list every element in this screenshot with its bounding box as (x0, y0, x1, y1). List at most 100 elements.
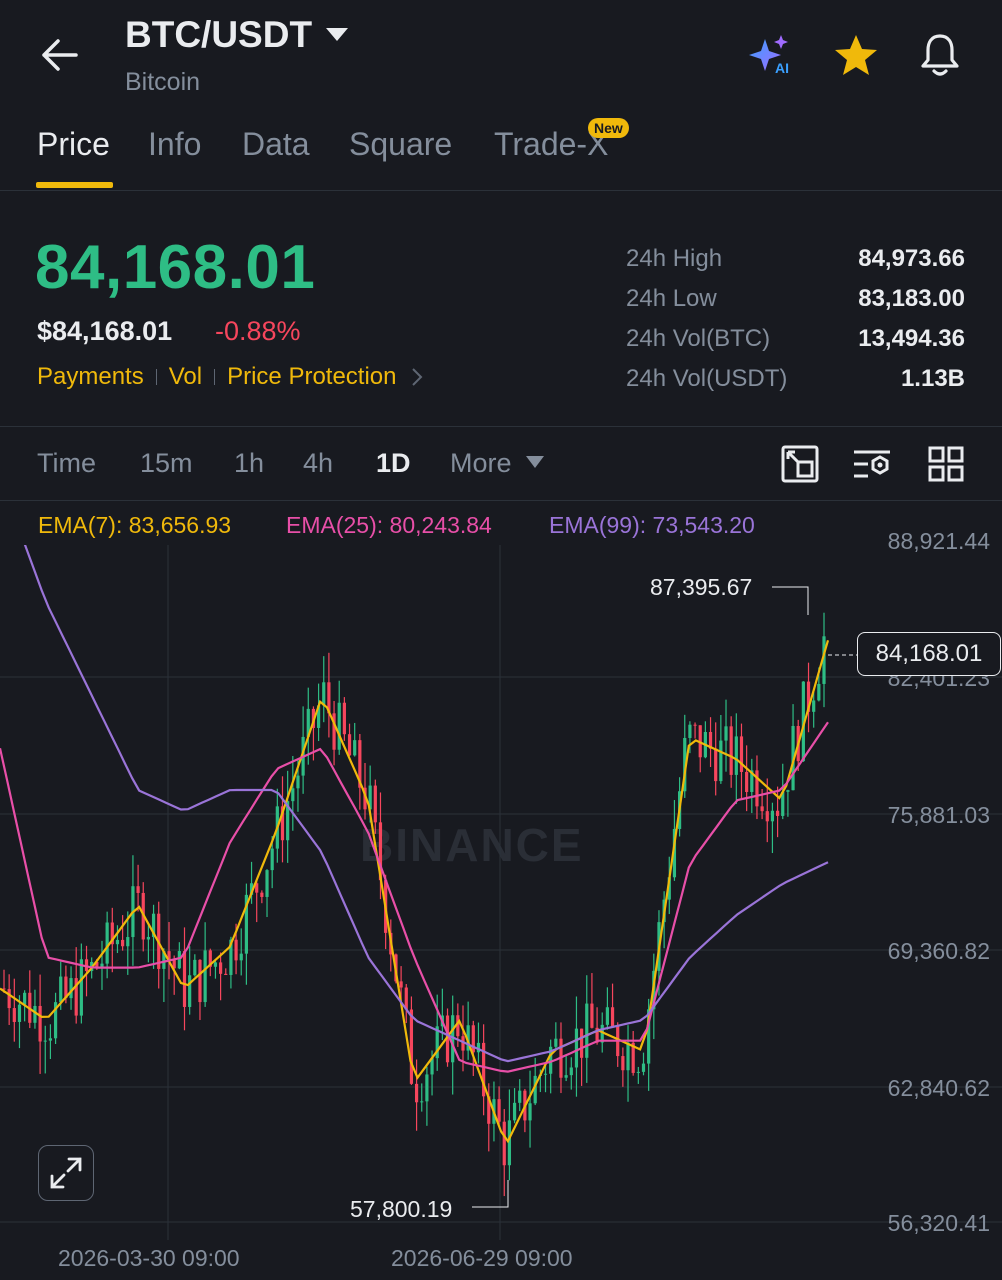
candle-body (580, 1028, 584, 1058)
ema25-label: EMA(25): 80,243.84 (286, 512, 492, 538)
candle-body (414, 1083, 419, 1103)
candle-body (569, 1067, 573, 1076)
link-separator (214, 369, 216, 385)
candle-body (373, 785, 377, 823)
tf-1h[interactable]: 1h (234, 448, 264, 479)
ai-sparkle-icon[interactable]: AI (746, 30, 796, 80)
candle-body (745, 771, 749, 792)
stat-value-low: 83,183.00 (858, 285, 965, 312)
ema99-label: EMA(99): 73,543.20 (549, 512, 755, 538)
chevron-right-icon[interactable] (411, 367, 423, 387)
back-arrow-icon[interactable] (38, 33, 82, 77)
tf-4h[interactable]: 4h (303, 448, 333, 479)
candle-body (605, 1007, 609, 1025)
bell-icon[interactable] (915, 30, 965, 80)
indicator-settings-icon[interactable] (852, 444, 892, 484)
candle-body (182, 951, 187, 1007)
candle-body (79, 959, 83, 1016)
active-tab-indicator (36, 182, 113, 188)
candle-body (734, 736, 738, 775)
candle-body (574, 1028, 579, 1068)
candle-body (765, 811, 769, 822)
low-annotation: 57,800.19 (350, 1196, 453, 1222)
stat-value-high: 84,973.66 (858, 245, 965, 272)
candle-body (121, 939, 125, 947)
tf-1d[interactable]: 1D (376, 448, 411, 479)
payments-link[interactable]: Payments (37, 363, 144, 391)
tab-info[interactable]: Info (148, 126, 201, 163)
candle-body (775, 810, 780, 816)
tab-price[interactable]: Price (37, 126, 110, 163)
divider (0, 190, 1002, 191)
svg-text:AI: AI (775, 60, 789, 76)
pair-subtitle: Bitcoin (125, 68, 201, 96)
candle-body (353, 740, 357, 756)
candle-body (23, 992, 27, 1005)
price-links: Payments Vol Price Protection (37, 363, 423, 391)
candle-body (399, 981, 403, 988)
tf-more[interactable]: More (450, 448, 512, 479)
candle-body (409, 1009, 414, 1084)
x-tick-label: 2026-03-30 09:00 (58, 1245, 240, 1271)
stat-value-vol-usdt: 1.13B (900, 365, 965, 392)
candle-body (564, 1075, 568, 1078)
candle-body (497, 1099, 501, 1122)
tab-square[interactable]: Square (349, 126, 452, 163)
pair-title: BTC/USDT (125, 14, 313, 55)
caret-down-icon (326, 28, 349, 41)
price-protection-link[interactable]: Price Protection (227, 363, 396, 391)
annotation-leader (772, 586, 809, 615)
candle-body (626, 1042, 630, 1071)
pair-selector[interactable]: BTC/USDT (125, 14, 349, 56)
candle-body (347, 734, 352, 756)
ema7-label: EMA(7): 83,656.93 (38, 512, 232, 538)
candle-body (590, 1003, 594, 1028)
candle-body (198, 959, 202, 1003)
candle-body (193, 959, 197, 976)
y-tick-label: 75,881.03 (887, 802, 990, 828)
expand-icon (50, 1157, 82, 1189)
candle-body (610, 1007, 615, 1027)
candle-body (296, 775, 300, 789)
candle-body (636, 1071, 640, 1073)
candle-body (420, 1101, 424, 1103)
star-icon[interactable] (831, 30, 881, 80)
ema7-line (0, 639, 830, 1144)
y-tick-label: 62,840.62 (887, 1075, 990, 1101)
candle-body (518, 1090, 522, 1103)
stat-label-vol-usdt: 24h Vol(USDT) (626, 365, 788, 392)
candle-body (719, 740, 723, 782)
stat-value-vol-btc: 13,494.36 (858, 325, 965, 352)
candle-body (126, 937, 130, 947)
last-price-tag[interactable]: 84,168.01 (857, 632, 1001, 676)
tf-15m[interactable]: 15m (140, 448, 193, 479)
tab-data[interactable]: Data (242, 126, 310, 163)
expand-chart-button[interactable] (38, 1145, 94, 1201)
x-tick-label: 2026-06-29 09:00 (391, 1245, 573, 1271)
candle-body (260, 892, 264, 897)
candle-body (786, 790, 790, 792)
candle-body (38, 1005, 42, 1042)
price-chart[interactable] (0, 545, 1002, 1280)
candle-body (239, 953, 243, 961)
candle-body (213, 962, 218, 967)
candle-body (337, 702, 341, 750)
candle-body (177, 951, 181, 969)
ema99-line (23, 545, 829, 1063)
link-separator (155, 369, 157, 385)
candle-body (621, 1056, 625, 1071)
candle-body (512, 1102, 517, 1121)
candle-body (554, 1038, 558, 1047)
candle-body (48, 1038, 53, 1041)
candle-body (234, 939, 238, 961)
candle-body (291, 788, 295, 802)
candle-body (502, 1121, 506, 1166)
vol-link[interactable]: Vol (169, 363, 202, 391)
candle-body (585, 1003, 589, 1058)
fullscreen-chart-icon[interactable] (780, 444, 820, 484)
candle-body (59, 976, 63, 1003)
candle-body (812, 700, 816, 712)
price-change: -0.88% (215, 316, 301, 346)
grid-layout-icon[interactable] (926, 444, 966, 484)
tf-time[interactable]: Time (37, 448, 96, 479)
